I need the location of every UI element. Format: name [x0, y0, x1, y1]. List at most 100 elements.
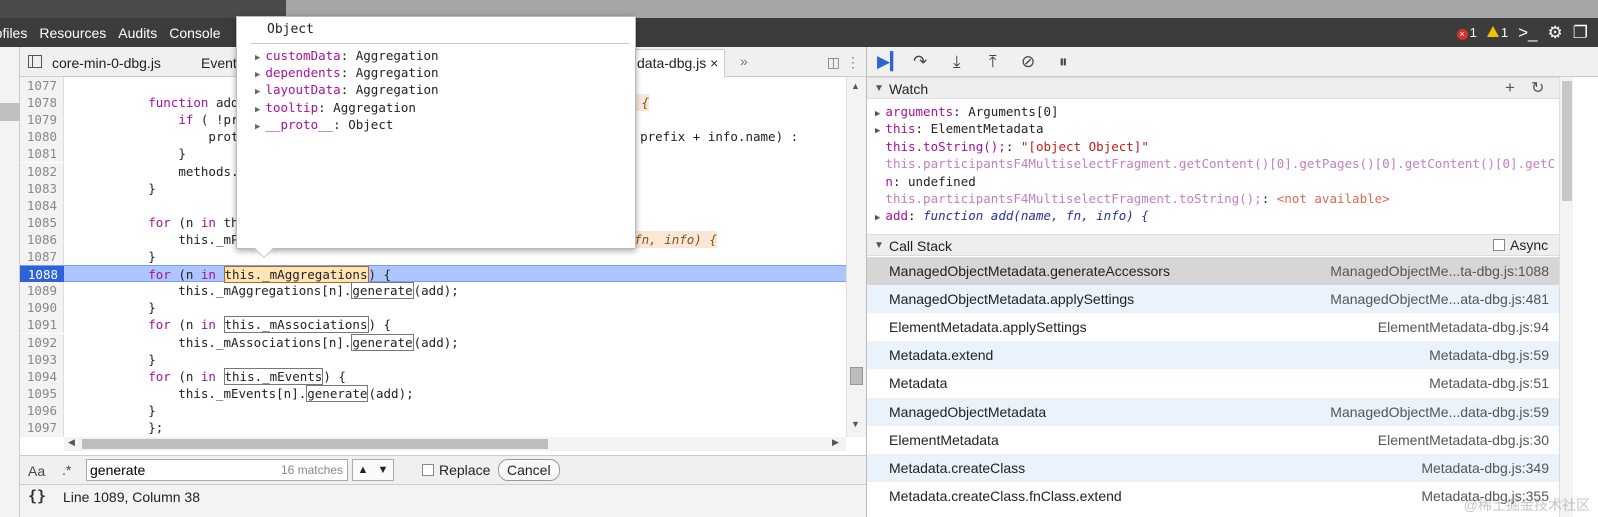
line-number[interactable]: 1085 — [20, 213, 64, 231]
line-number[interactable]: 1098 — [20, 436, 64, 437]
callstack-frame[interactable]: ElementMetadata ElementMetadata-dbg.js:30 — [867, 426, 1559, 454]
callstack-frame[interactable]: Metadata Metadata-dbg.js:51 — [867, 369, 1559, 397]
expand-icon[interactable]: ▶ — [875, 126, 880, 136]
line-number[interactable]: 1086 — [20, 230, 64, 248]
close-tab-icon[interactable]: × — [710, 55, 718, 71]
callstack-header[interactable]: ▼ Call Stack Async — [867, 234, 1559, 256]
async-toggle[interactable]: Async — [1493, 237, 1548, 253]
find-next-button[interactable]: ▼ — [373, 460, 393, 480]
match-case-toggle[interactable]: Aa — [28, 463, 45, 479]
more-tabs-icon[interactable]: » — [740, 53, 748, 69]
pane-handle-icon[interactable]: ⋮ — [846, 54, 860, 71]
code-line[interactable]: 1094 for (n in this._mEvents) { — [20, 367, 846, 385]
pause-on-exceptions-icon[interactable]: ⏸ — [1059, 52, 1068, 72]
replace-checkbox[interactable] — [422, 464, 434, 476]
tab-core-min[interactable]: core-min-0-dbg.js — [52, 55, 161, 71]
frame-location[interactable]: Metadata-dbg.js:59 — [1429, 341, 1549, 369]
tab-profiles[interactable]: rofiles — [0, 25, 27, 41]
line-number[interactable]: 1091 — [20, 316, 64, 334]
scroll-right-icon[interactable]: ▶ — [832, 437, 839, 448]
line-number[interactable]: 1083 — [20, 179, 64, 197]
watch-header[interactable]: ▼ Watch + ↻ — [867, 77, 1559, 99]
code-line[interactable]: 1092 this._mAssociations[n].generate(add… — [20, 333, 846, 351]
search-field[interactable]: 16 matches — [86, 459, 348, 481]
error-count[interactable]: × 1 — [1456, 25, 1477, 40]
step-into-icon[interactable]: ⤓ — [953, 52, 961, 72]
execution-line[interactable]: 1088 for (n in this._mAggregations) { — [20, 265, 846, 284]
line-number[interactable]: 1087 — [20, 248, 64, 265]
expand-icon[interactable]: ▶ — [255, 87, 260, 97]
sidebar-scroll-thumb[interactable] — [1562, 81, 1572, 201]
cancel-button[interactable]: Cancel — [498, 459, 560, 481]
tab-resources[interactable]: Resources — [39, 25, 106, 41]
line-number[interactable]: 1077 — [20, 77, 64, 94]
frame-location[interactable]: ElementMetadata-dbg.js:30 — [1378, 426, 1549, 454]
line-number[interactable]: 1081 — [20, 145, 64, 163]
frame-location[interactable]: Metadata-dbg.js:349 — [1421, 454, 1549, 482]
console-drawer-icon[interactable]: >_ — [1518, 23, 1537, 43]
sidebar-scroll-track[interactable] — [1559, 77, 1573, 517]
find-previous-button[interactable]: ▲ — [353, 460, 373, 480]
line-number[interactable]: 1092 — [20, 333, 64, 351]
expand-icon[interactable]: ▶ — [255, 53, 260, 63]
code-line[interactable]: 1087 } — [20, 248, 846, 265]
tab-console[interactable]: Console — [169, 25, 220, 41]
tab-event[interactable]: Event — [201, 55, 237, 71]
tab-audits[interactable]: Audits — [118, 25, 157, 41]
frame-location[interactable]: Metadata-dbg.js:51 — [1429, 369, 1549, 397]
search-input[interactable] — [90, 461, 270, 479]
line-number[interactable]: 1078 — [20, 94, 64, 112]
callstack-frame[interactable]: ManagedObjectMetadata.applySettings Manag… — [867, 285, 1559, 314]
line-number[interactable]: 1090 — [20, 299, 64, 317]
frame-location[interactable]: ManagedObjectMe...ta-dbg.js:1088 — [1330, 257, 1549, 285]
line-number[interactable]: 1079 — [20, 111, 64, 129]
code-line[interactable]: 1097 }; — [20, 419, 846, 436]
callstack-frame[interactable]: Metadata.extend Metadata-dbg.js:59 — [867, 341, 1559, 370]
scroll-up-icon[interactable]: ▲ — [851, 81, 860, 91]
tab-metadata-dbg[interactable]: data-dbg.js × — [630, 49, 726, 77]
code-horizontal-scrollbar[interactable]: ◀ ▶ — [64, 437, 846, 451]
expand-icon[interactable]: ▶ — [255, 105, 260, 115]
expand-icon[interactable]: ▶ — [255, 122, 260, 132]
gear-icon[interactable]: ⚙ — [1548, 23, 1563, 43]
code-line[interactable]: 1089 this._mAggregations[n].generate(add… — [20, 282, 846, 300]
refresh-icon[interactable]: ↻ — [1531, 78, 1544, 98]
code-line[interactable]: 1093 } — [20, 350, 846, 368]
async-checkbox[interactable] — [1493, 239, 1505, 251]
code-line[interactable]: 1090 } — [20, 299, 846, 317]
regex-toggle[interactable]: .* — [62, 462, 71, 478]
add-watch-icon[interactable]: + — [1505, 78, 1515, 98]
expand-icon[interactable]: ▶ — [255, 70, 260, 80]
line-number[interactable]: 1080 — [20, 128, 64, 146]
line-number[interactable]: 1088 — [20, 266, 64, 284]
resume-icon[interactable]: ▶▎ — [877, 52, 903, 72]
frame-location[interactable]: ManagedObjectMe...ata-dbg.js:481 — [1330, 285, 1549, 313]
replace-toggle[interactable]: Replace — [422, 462, 490, 478]
frame-location[interactable]: ManagedObjectMe...data-dbg.js:59 — [1330, 398, 1549, 426]
watch-expression[interactable]: ▶ add: function add(name, fn, info) { — [875, 207, 1555, 227]
step-out-icon[interactable]: ⤒ — [989, 52, 997, 72]
scroll-left-icon[interactable]: ◀ — [68, 437, 75, 448]
line-number[interactable]: 1089 — [20, 282, 64, 300]
toggle-debugger-icon[interactable]: ◫ — [827, 54, 840, 71]
expand-icon[interactable]: ▶ — [875, 109, 880, 119]
scrollbar-thumb[interactable] — [850, 367, 863, 385]
callstack-frame[interactable]: ManagedObjectMetadata.generateAccessors M… — [867, 257, 1559, 285]
step-over-icon[interactable]: ↷ — [913, 52, 927, 72]
callstack-frame[interactable]: ManagedObjectMetadata ManagedObjectMe...d… — [867, 397, 1559, 426]
callstack-frame[interactable]: ElementMetadata.applySettings ElementMeta… — [867, 313, 1559, 341]
callstack-frame[interactable]: Metadata.createClass Metadata-dbg.js:349 — [867, 453, 1559, 482]
code-vertical-scrollbar[interactable]: ▲ ▼ — [846, 77, 866, 437]
toggle-navigator-icon[interactable] — [28, 55, 42, 68]
line-number[interactable]: 1093 — [20, 350, 64, 368]
code-line[interactable]: 1095 this._mEvents[n].generate(add); — [20, 384, 846, 402]
line-number[interactable]: 1082 — [20, 162, 64, 180]
sidebar-scrollbar[interactable] — [1559, 77, 1598, 517]
code-line[interactable]: 1091 for (n in this._mAssociations) { — [20, 316, 846, 334]
warning-count[interactable]: 1 — [1486, 25, 1508, 40]
hscrollbar-thumb[interactable] — [82, 439, 548, 449]
scroll-down-icon[interactable]: ▼ — [851, 419, 860, 429]
deactivate-breakpoints-icon[interactable]: ⊘ — [1021, 52, 1035, 72]
line-number[interactable]: 1084 — [20, 196, 64, 214]
dock-icon[interactable]: ❐ — [1573, 23, 1588, 43]
